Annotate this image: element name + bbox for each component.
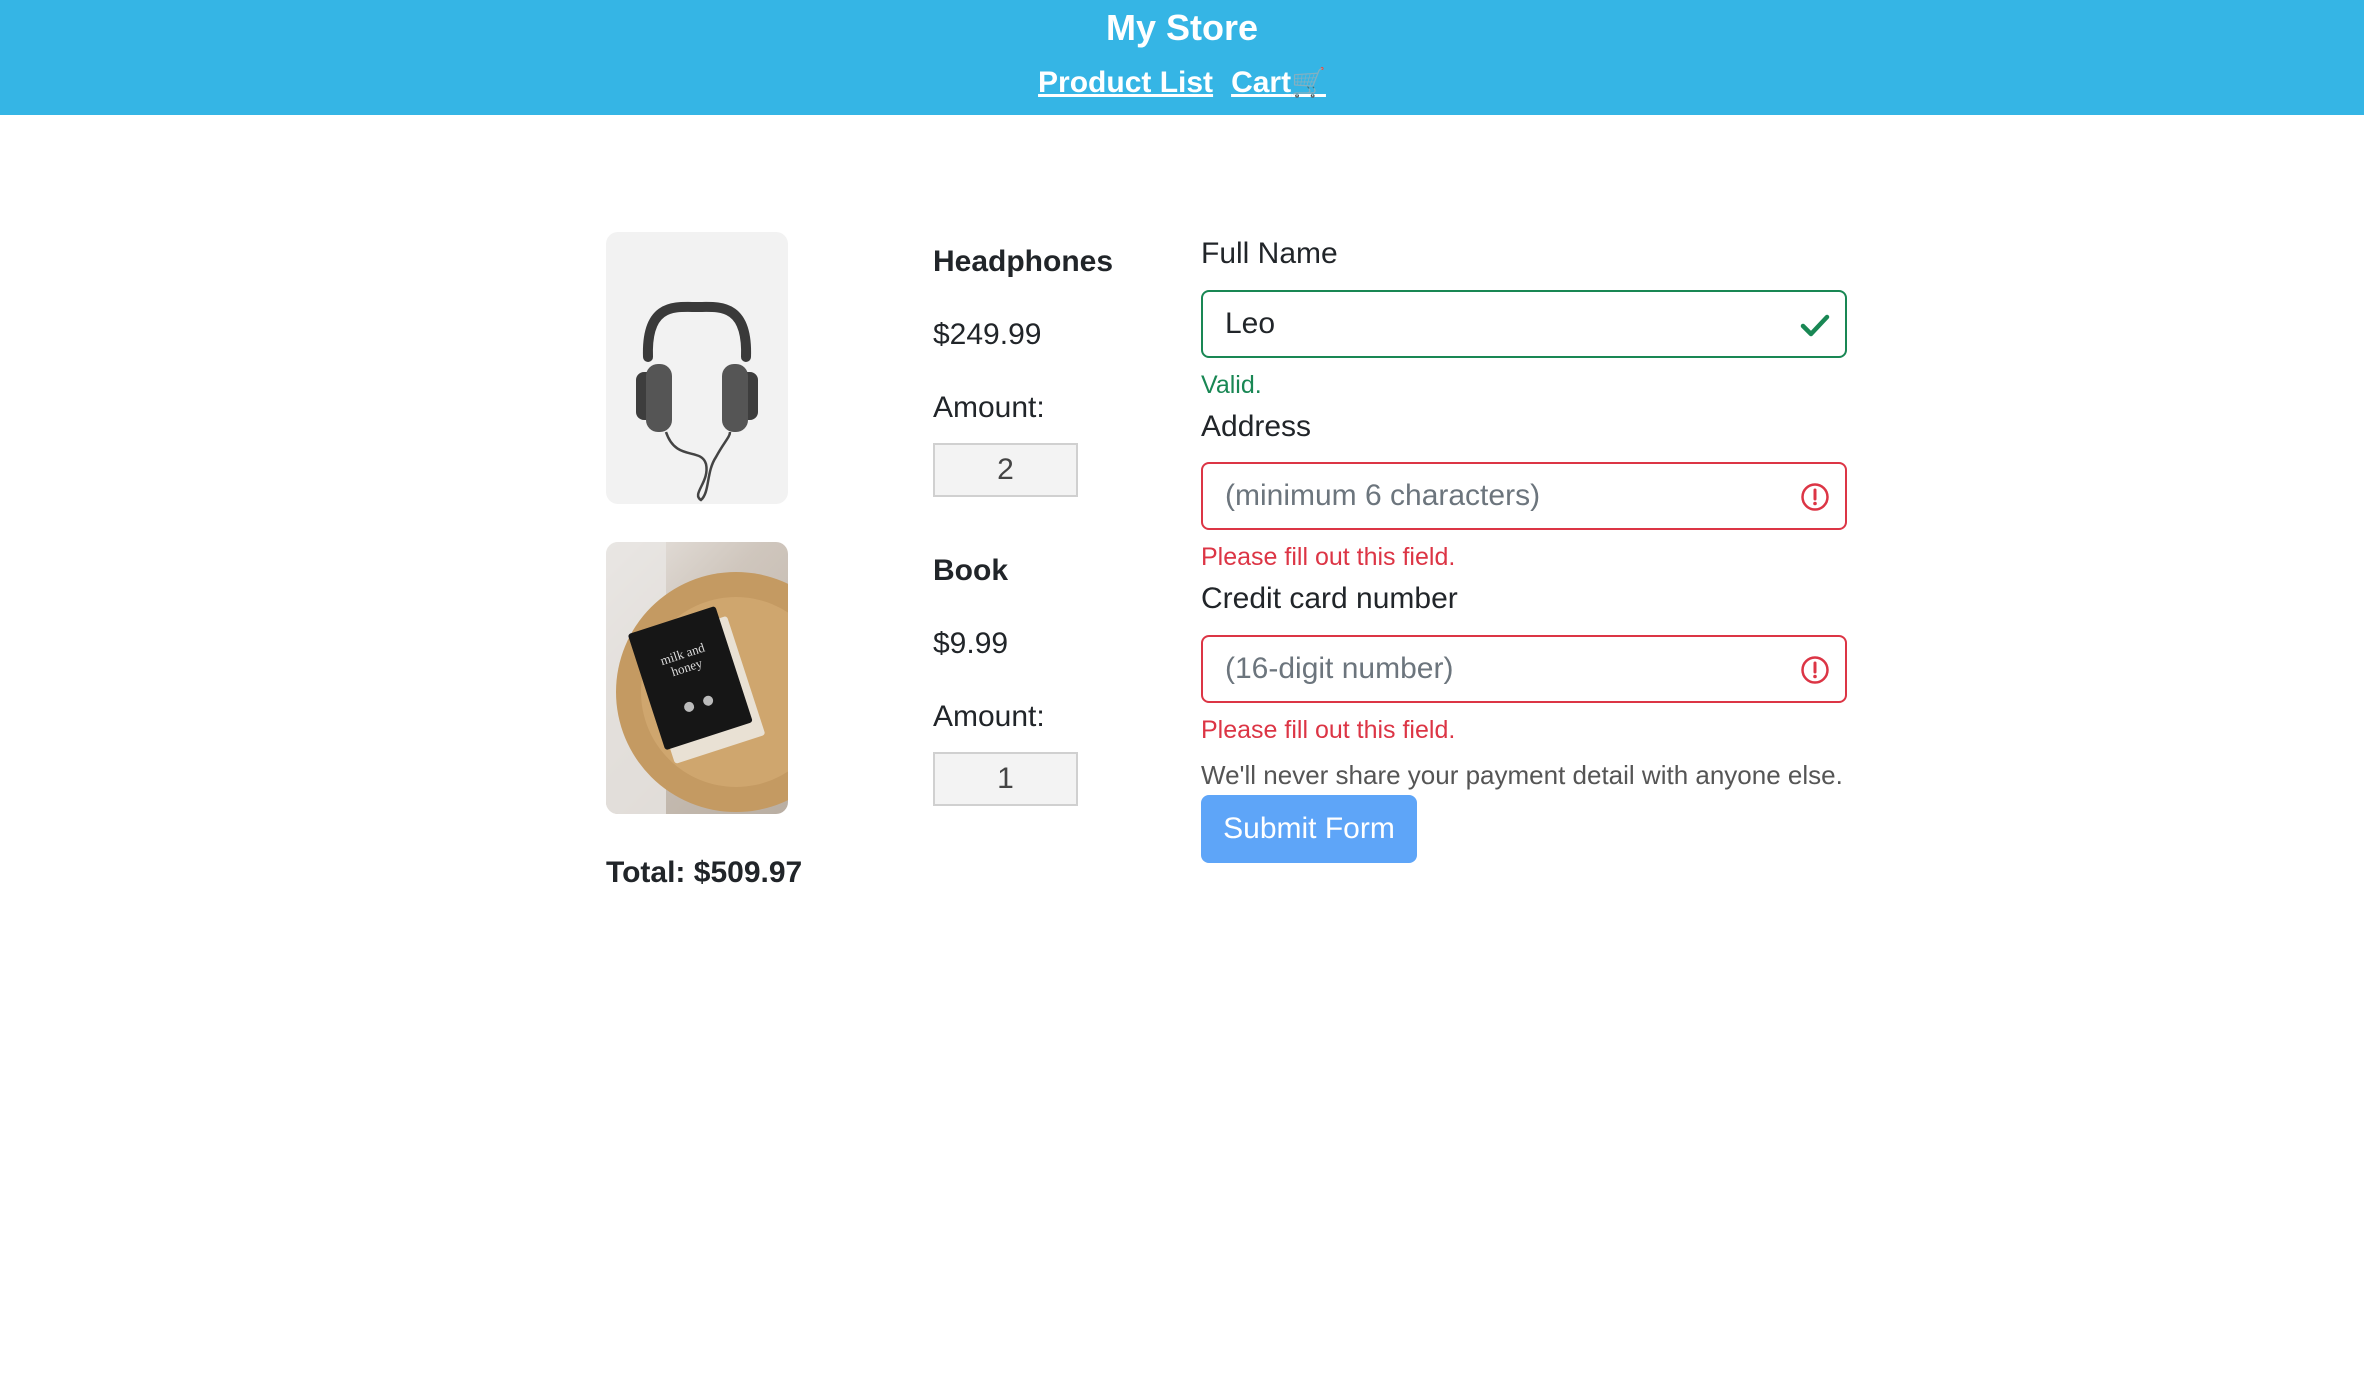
product-price-headphones: $249.99 <box>933 318 1042 351</box>
address-placeholder: (minimum 6 characters) <box>1225 479 1541 512</box>
nav-link-product-list[interactable]: Product List <box>1038 66 1213 99</box>
error-icon <box>1801 656 1829 684</box>
amount-input-book[interactable]: 1 <box>933 752 1078 806</box>
address-feedback: Please fill out this field. <box>1201 543 1456 571</box>
full-name-value: Leo <box>1225 307 1276 340</box>
full-name-label: Full Name <box>1201 237 1338 270</box>
credit-card-label: Credit card number <box>1201 582 1458 615</box>
product-name-headphones: Headphones <box>933 245 1114 278</box>
amount-input-headphones[interactable]: 2 <box>933 443 1078 497</box>
payment-help-text: We'll never share your payment detail wi… <box>1201 760 1843 790</box>
nav-cart-label: Cart <box>1231 66 1292 99</box>
store-title: My Store <box>1105 7 1259 48</box>
cart-total: Total: $509.97 <box>606 856 803 889</box>
product-name-book: Book <box>933 554 1008 587</box>
book-image: milk and honey <box>606 542 788 814</box>
headphones-image <box>606 232 788 504</box>
address-label: Address <box>1201 410 1312 443</box>
full-name-feedback: Valid. <box>1201 371 1262 399</box>
credit-card-placeholder: (16-digit number) <box>1225 652 1454 685</box>
amount-label-headphones: Amount: <box>933 391 1045 424</box>
address-field[interactable]: (minimum 6 characters) <box>1201 462 1847 530</box>
full-name-field[interactable]: Leo <box>1201 290 1847 358</box>
submit-form-button[interactable]: Submit Form <box>1201 795 1417 863</box>
main-nav: Product List Cart🛒 <box>0 63 2364 103</box>
checkmark-icon <box>1800 314 1830 337</box>
cart-icon: 🛒 <box>1291 67 1326 98</box>
credit-card-field[interactable]: (16-digit number) <box>1201 635 1847 703</box>
credit-card-feedback: Please fill out this field. <box>1201 716 1456 744</box>
nav-link-cart[interactable]: Cart🛒 <box>1231 66 1326 99</box>
amount-label-book: Amount: <box>933 700 1045 733</box>
product-price-book: $9.99 <box>933 627 1009 660</box>
header-bar: My Store Product List Cart🛒 <box>0 0 2364 115</box>
error-icon <box>1801 483 1829 511</box>
